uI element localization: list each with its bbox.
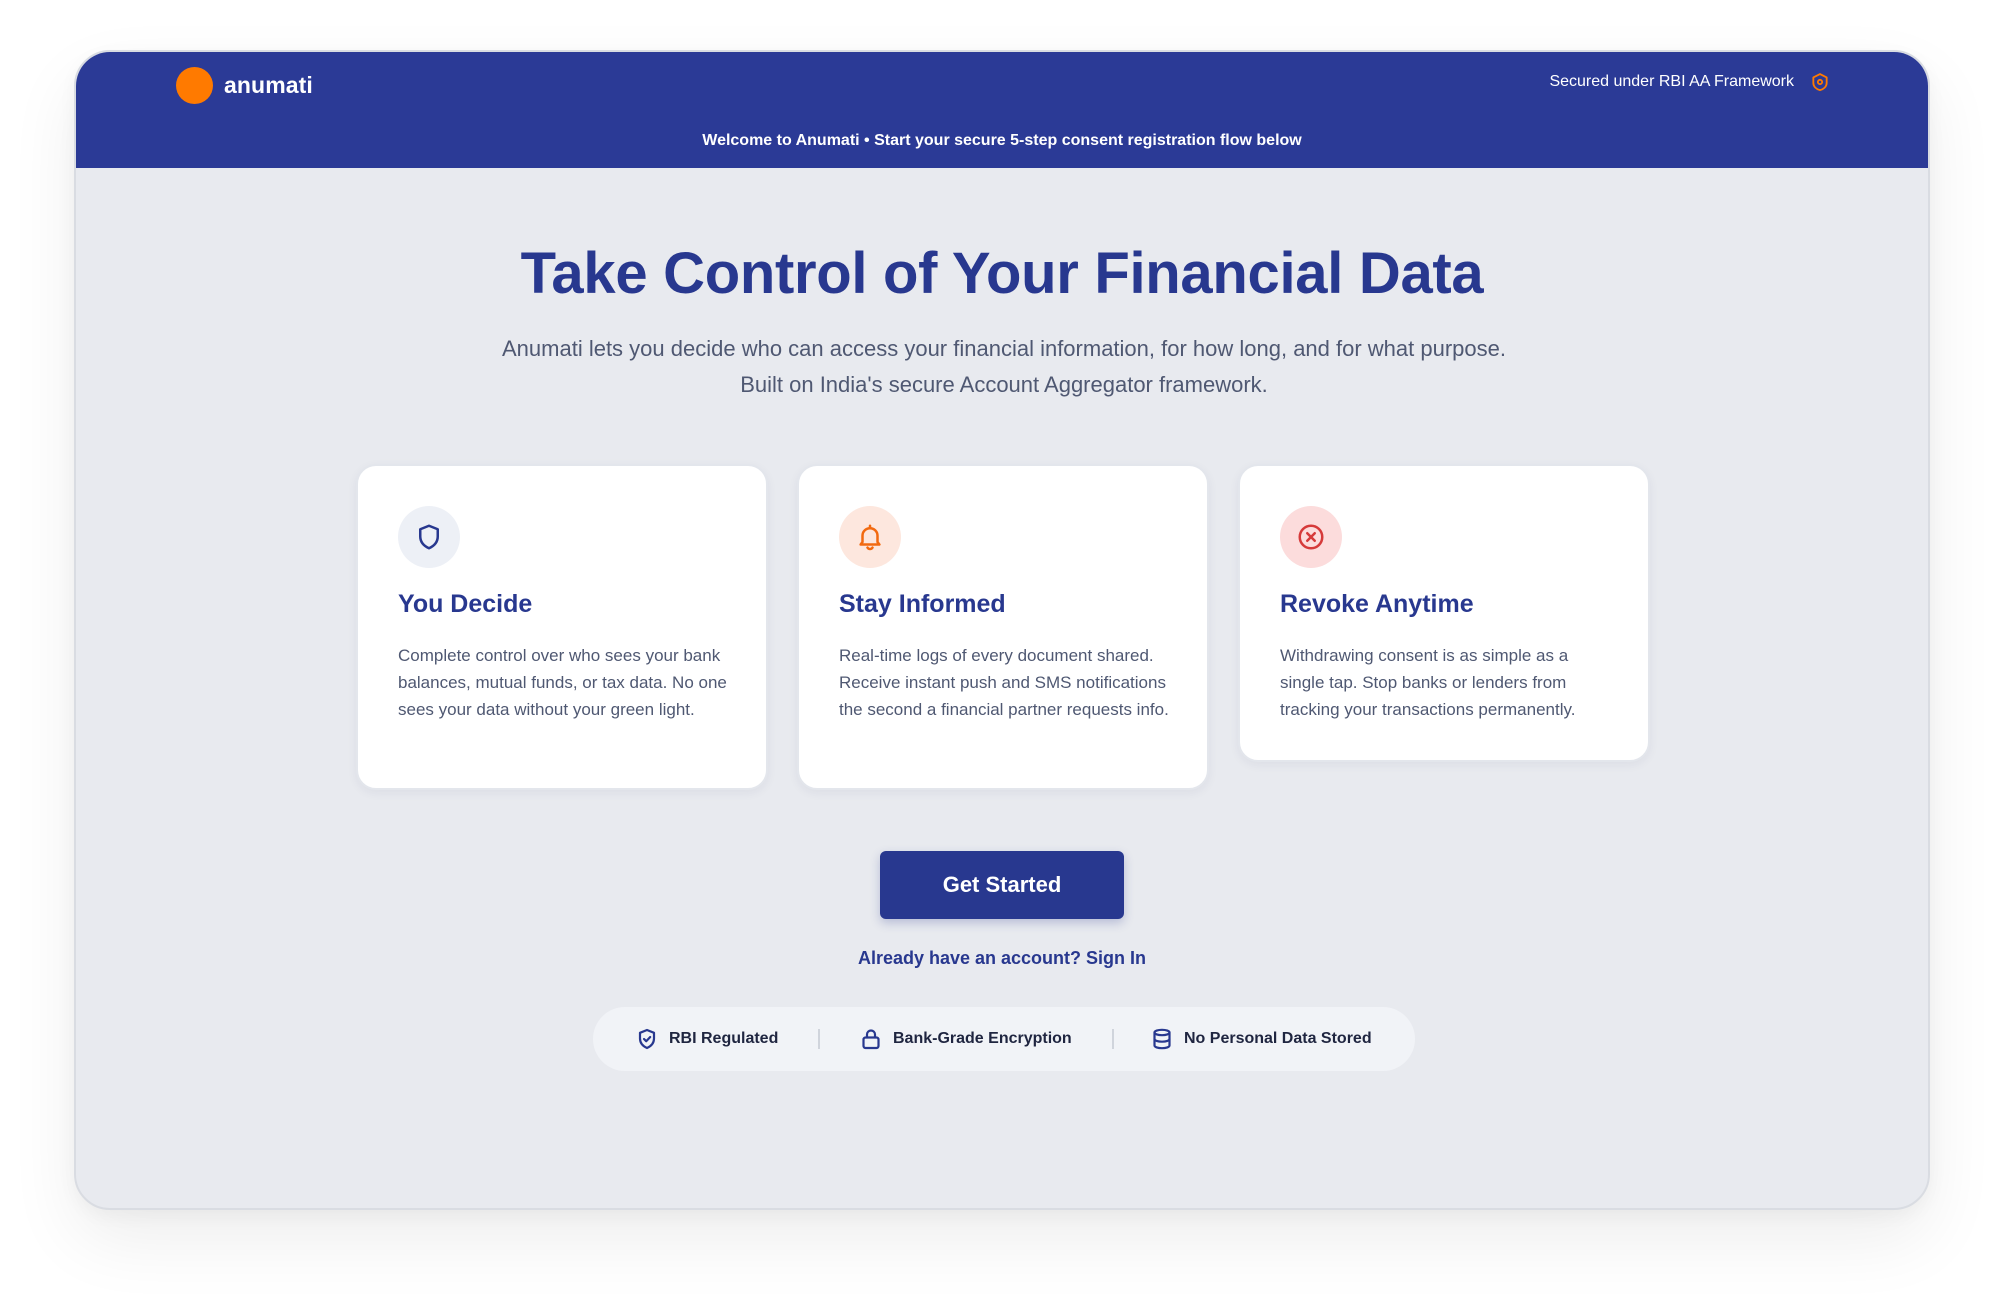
lock-icon bbox=[862, 1029, 880, 1050]
shield-check-icon bbox=[638, 1028, 656, 1050]
brand-logo-mark bbox=[176, 67, 213, 104]
feature-description: Complete control over who sees your bank… bbox=[398, 646, 727, 719]
feature-card-revoke-anytime: Revoke Anytime Withdrawing consent is as… bbox=[1238, 464, 1650, 762]
trust-badge-label: No Personal Data Stored bbox=[1184, 1030, 1372, 1047]
security-notice-text: Secured under RBI AA Framework bbox=[1549, 73, 1794, 90]
divider bbox=[1112, 1029, 1114, 1049]
feature-card-you-decide: You Decide Complete control over who see… bbox=[356, 464, 768, 790]
database-icon bbox=[1153, 1028, 1171, 1050]
brand-logo[interactable]: anumati bbox=[176, 67, 313, 104]
shield-icon bbox=[1812, 73, 1828, 92]
bell-icon bbox=[859, 524, 881, 551]
trust-badge-rbi-regulated: RBI Regulated bbox=[635, 1007, 778, 1071]
trust-badge-label: RBI Regulated bbox=[669, 1030, 779, 1047]
trust-badge-encryption: Bank-Grade Encryption bbox=[859, 1007, 1072, 1071]
security-notice: Secured under RBI AA Framework bbox=[1549, 72, 1830, 92]
divider bbox=[818, 1029, 820, 1049]
brand-name: anumati bbox=[224, 72, 313, 98]
feature-title: You Decide bbox=[398, 590, 533, 618]
feature-icon-badge bbox=[1280, 506, 1342, 568]
feature-description: Real-time logs of every document shared.… bbox=[839, 646, 1169, 719]
trust-badge-label: Bank-Grade Encryption bbox=[893, 1030, 1072, 1047]
trust-badges-bar: RBI Regulated Bank-Grade Encryption No P… bbox=[593, 1007, 1415, 1071]
top-header-bar: anumati Secured under RBI AA Framework W… bbox=[76, 52, 1928, 168]
feature-card-stay-informed: Stay Informed Real-time logs of every do… bbox=[797, 464, 1209, 790]
feature-title: Stay Informed bbox=[839, 590, 1006, 618]
page-subtitle: Anumati lets you decide who can access y… bbox=[502, 336, 1506, 397]
welcome-banner: Welcome to Anumati • Start your secure 5… bbox=[702, 132, 1302, 149]
x-circle-icon bbox=[1298, 524, 1324, 550]
app-window: anumati Secured under RBI AA Framework W… bbox=[74, 50, 1930, 1210]
feature-icon-badge bbox=[839, 506, 901, 568]
feature-title: Revoke Anytime bbox=[1280, 590, 1474, 618]
feature-icon-badge bbox=[398, 506, 460, 568]
shield-icon bbox=[419, 524, 439, 550]
sign-in-link[interactable]: Already have an account? Sign In bbox=[76, 948, 1928, 969]
trust-badge-no-data-stored: No Personal Data Stored bbox=[1150, 1007, 1372, 1071]
feature-description: Withdrawing consent is as simple as a si… bbox=[1280, 646, 1576, 719]
page-title: Take Control of Your Financial Data bbox=[520, 241, 1484, 306]
get-started-button[interactable]: Get Started bbox=[880, 851, 1124, 919]
